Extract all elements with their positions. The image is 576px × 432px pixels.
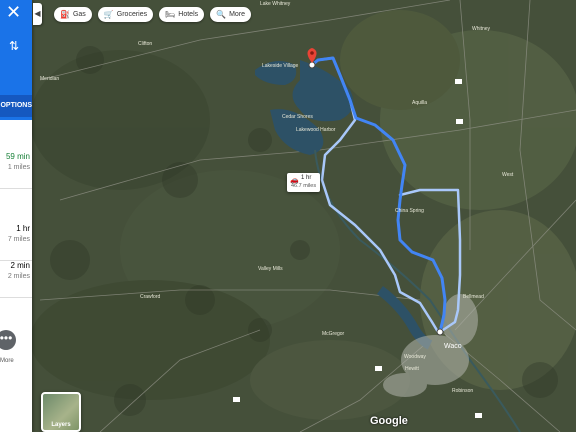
collapse-panel-button[interactable]: ◀ (33, 3, 42, 25)
route-option-2[interactable]: 1 hr 7 miles (0, 220, 32, 261)
chip-label: Gas (72, 11, 86, 18)
layers-button[interactable]: Layers (41, 392, 81, 432)
route-option-3[interactable]: 2 min 2 miles (0, 257, 32, 298)
chip-label: More (229, 11, 246, 18)
route-distance: 1 miles (7, 164, 30, 171)
grocery-cart-icon: 🛒 (103, 10, 114, 19)
google-logo: Google (370, 415, 408, 427)
chip-label: Groceries (116, 11, 148, 18)
hotel-bed-icon: 🛏 (165, 10, 176, 19)
place-label: Hewitt (405, 366, 420, 372)
route-distance: 2 miles (7, 273, 30, 280)
place-label: Aquilla (412, 100, 427, 106)
groceries-chip[interactable]: 🛒 Groceries (97, 7, 154, 22)
place-label: Valley Mills (258, 266, 283, 272)
place-label: Bellmead (463, 294, 484, 300)
more-label: More (0, 358, 14, 364)
destination-marker[interactable] (436, 328, 444, 336)
hotels-chip[interactable]: 🛏 Hotels (159, 7, 205, 22)
city-label-waco: Waco (444, 343, 462, 350)
swap-directions-icon[interactable]: ⇅ (9, 39, 19, 53)
search-icon: 🔍 (216, 10, 227, 19)
place-label: Lake Whitney (260, 1, 291, 7)
chip-label: Hotels (178, 11, 199, 18)
place-label: Lakeside Village (262, 63, 299, 69)
place-label: West (502, 172, 514, 178)
place-label: China Spring (395, 208, 424, 214)
options-button[interactable]: OPTIONS (0, 95, 32, 117)
route-time: 59 min (5, 152, 30, 161)
close-icon[interactable]: ✕ (6, 3, 21, 21)
place-label: Whitney (472, 26, 491, 32)
gas-station-icon: ⛽ (60, 10, 70, 19)
place-label: Crawford (140, 294, 161, 300)
layers-label: Layers (51, 422, 71, 428)
place-label: McGregor (322, 331, 345, 337)
place-label: Robinson (452, 388, 473, 394)
place-label: Cedar Shores (282, 114, 313, 120)
place-label: Lakewood Harbor (296, 127, 336, 133)
place-label: Meridian (40, 76, 59, 82)
route-time: 2 min (10, 261, 30, 270)
place-label: Clifton (138, 41, 152, 47)
route-time: 1 hr (16, 224, 30, 233)
place-label: Woodway (404, 354, 426, 360)
category-chips: ⛽ Gas 🛒 Groceries 🛏 Hotels 🔍 More (54, 7, 252, 22)
route-distance: 7 miles (7, 236, 30, 243)
route-label-distance: 46.7 miles (291, 183, 317, 189)
directions-header: ✕ ⇅ OPTIONS (0, 0, 32, 120)
more-options-icon[interactable]: ••• (0, 330, 16, 350)
route-option-1[interactable]: 59 min 1 miles (0, 148, 32, 189)
satellite-map[interactable]: Lakeside Village Cedar Shores Lakewood H… (0, 0, 576, 432)
more-chip[interactable]: 🔍 More (210, 7, 252, 22)
directions-panel: ✕ ⇅ OPTIONS 59 min 1 miles 1 hr 7 miles … (0, 0, 32, 432)
route-label-time: 1 hr (301, 175, 312, 181)
gas-chip[interactable]: ⛽ Gas (54, 7, 92, 22)
route-duration-label[interactable]: 🚗 1 hr 46.7 miles (287, 173, 320, 192)
